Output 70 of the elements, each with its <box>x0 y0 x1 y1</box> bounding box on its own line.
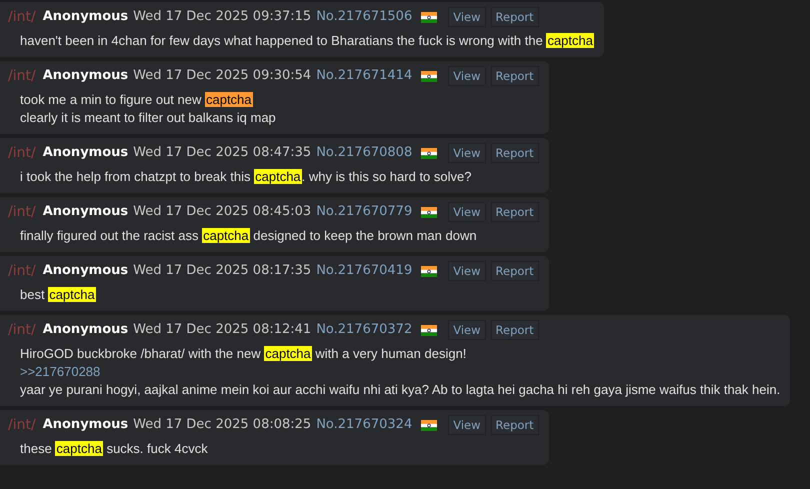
action-button[interactable]: Report <box>490 261 539 281</box>
post-date: Wed 17 Dec 2025 08:12:41 <box>133 321 312 339</box>
post-text: finally figured out the racist ass <box>20 228 200 243</box>
flag-icon <box>421 12 438 22</box>
highlighted-term: captcha <box>546 33 594 48</box>
post-number-link[interactable]: No.217671414 <box>316 67 412 85</box>
poster-name: Anonymous <box>42 67 128 85</box>
poster-name: Anonymous <box>42 321 128 339</box>
flag-icon <box>421 148 438 158</box>
action-button[interactable]: Report <box>490 143 539 163</box>
board-name: /int/ <box>8 144 36 162</box>
post-text: yaar ye purani hogyi, aajkal anime mein koi aur acchi waifu nhi ati kya? Ab to lagta hei gacha hi reh gaya jisme waifus thik thak hein. <box>20 382 780 397</box>
post-text: . why is this so hard to solve? <box>302 169 472 184</box>
post-number-link[interactable]: No.217670779 <box>316 203 412 221</box>
post-number-link[interactable]: No.217670372 <box>316 321 412 339</box>
action-button[interactable]: View <box>448 143 486 163</box>
highlighted-term: captcha <box>202 228 250 243</box>
post-date: Wed 17 Dec 2025 08:08:25 <box>133 416 312 434</box>
action-button[interactable]: Report <box>490 320 539 340</box>
flag-icon <box>421 420 438 430</box>
board-name: /int/ <box>8 67 36 85</box>
highlighted-term: captcha <box>55 441 103 456</box>
highlighted-term: captcha <box>264 346 312 361</box>
action-button[interactable]: Report <box>490 7 539 27</box>
flag-icon <box>421 324 438 336</box>
board-name: /int/ <box>8 262 36 280</box>
flag-icon <box>421 266 438 276</box>
action-button[interactable]: Report <box>490 202 539 222</box>
post-text: these <box>20 441 53 456</box>
poster-name: Anonymous <box>42 203 128 221</box>
action-button[interactable]: View <box>448 202 486 222</box>
post-date: Wed 17 Dec 2025 09:37:15 <box>133 8 312 26</box>
post-text: best <box>20 287 46 302</box>
post-number-link[interactable]: No.217670808 <box>316 144 412 162</box>
quote-link[interactable]: >>217670288 <box>20 364 100 379</box>
board-name: /int/ <box>8 416 36 434</box>
post-number-link[interactable]: No.217671506 <box>316 8 412 26</box>
post-text: haven't been in 4chan for few days what happened to Bharatians the fuck is wrong with the <box>20 33 544 48</box>
post-text: HiroGOD buckbroke /bharat/ with the new <box>20 346 262 361</box>
poster-name: Anonymous <box>42 262 128 280</box>
post-text: with a very human design! <box>314 346 466 361</box>
board-name: /int/ <box>8 203 36 221</box>
post-text: took me a min to figure out new <box>20 92 202 107</box>
action-button[interactable]: Report <box>490 66 539 86</box>
action-button[interactable]: View <box>448 261 486 281</box>
board-name: /int/ <box>8 321 36 339</box>
post-date: Wed 17 Dec 2025 08:47:35 <box>133 144 312 162</box>
post-date: Wed 17 Dec 2025 08:17:35 <box>133 262 312 280</box>
action-button[interactable]: View <box>448 66 486 86</box>
flag-icon <box>421 70 438 82</box>
action-button[interactable]: View <box>448 320 486 340</box>
post-number-link[interactable]: No.217670324 <box>316 416 412 434</box>
action-button[interactable]: View <box>448 415 486 435</box>
post-text: clearly it is meant to filter out balkans iq map <box>20 110 276 125</box>
highlighted-term: captcha <box>254 169 302 184</box>
poster-name: Anonymous <box>42 416 128 434</box>
flag-icon <box>421 206 438 218</box>
poster-name: Anonymous <box>42 144 128 162</box>
post-text: designed to keep the brown man down <box>252 228 477 243</box>
post-date: Wed 17 Dec 2025 08:45:03 <box>133 203 312 221</box>
action-button[interactable]: View <box>448 7 486 27</box>
post-text: sucks. fuck 4cvck <box>106 441 208 456</box>
post-date: Wed 17 Dec 2025 09:30:54 <box>133 67 312 85</box>
post-number-link[interactable]: No.217670419 <box>316 262 412 280</box>
post-text: i took the help from chatzpt to break this <box>20 169 252 184</box>
poster-name: Anonymous <box>42 8 128 26</box>
board-name: /int/ <box>8 8 36 26</box>
action-button[interactable]: Report <box>490 415 539 435</box>
highlighted-term: captcha <box>204 92 253 107</box>
highlighted-term: captcha <box>48 287 96 302</box>
